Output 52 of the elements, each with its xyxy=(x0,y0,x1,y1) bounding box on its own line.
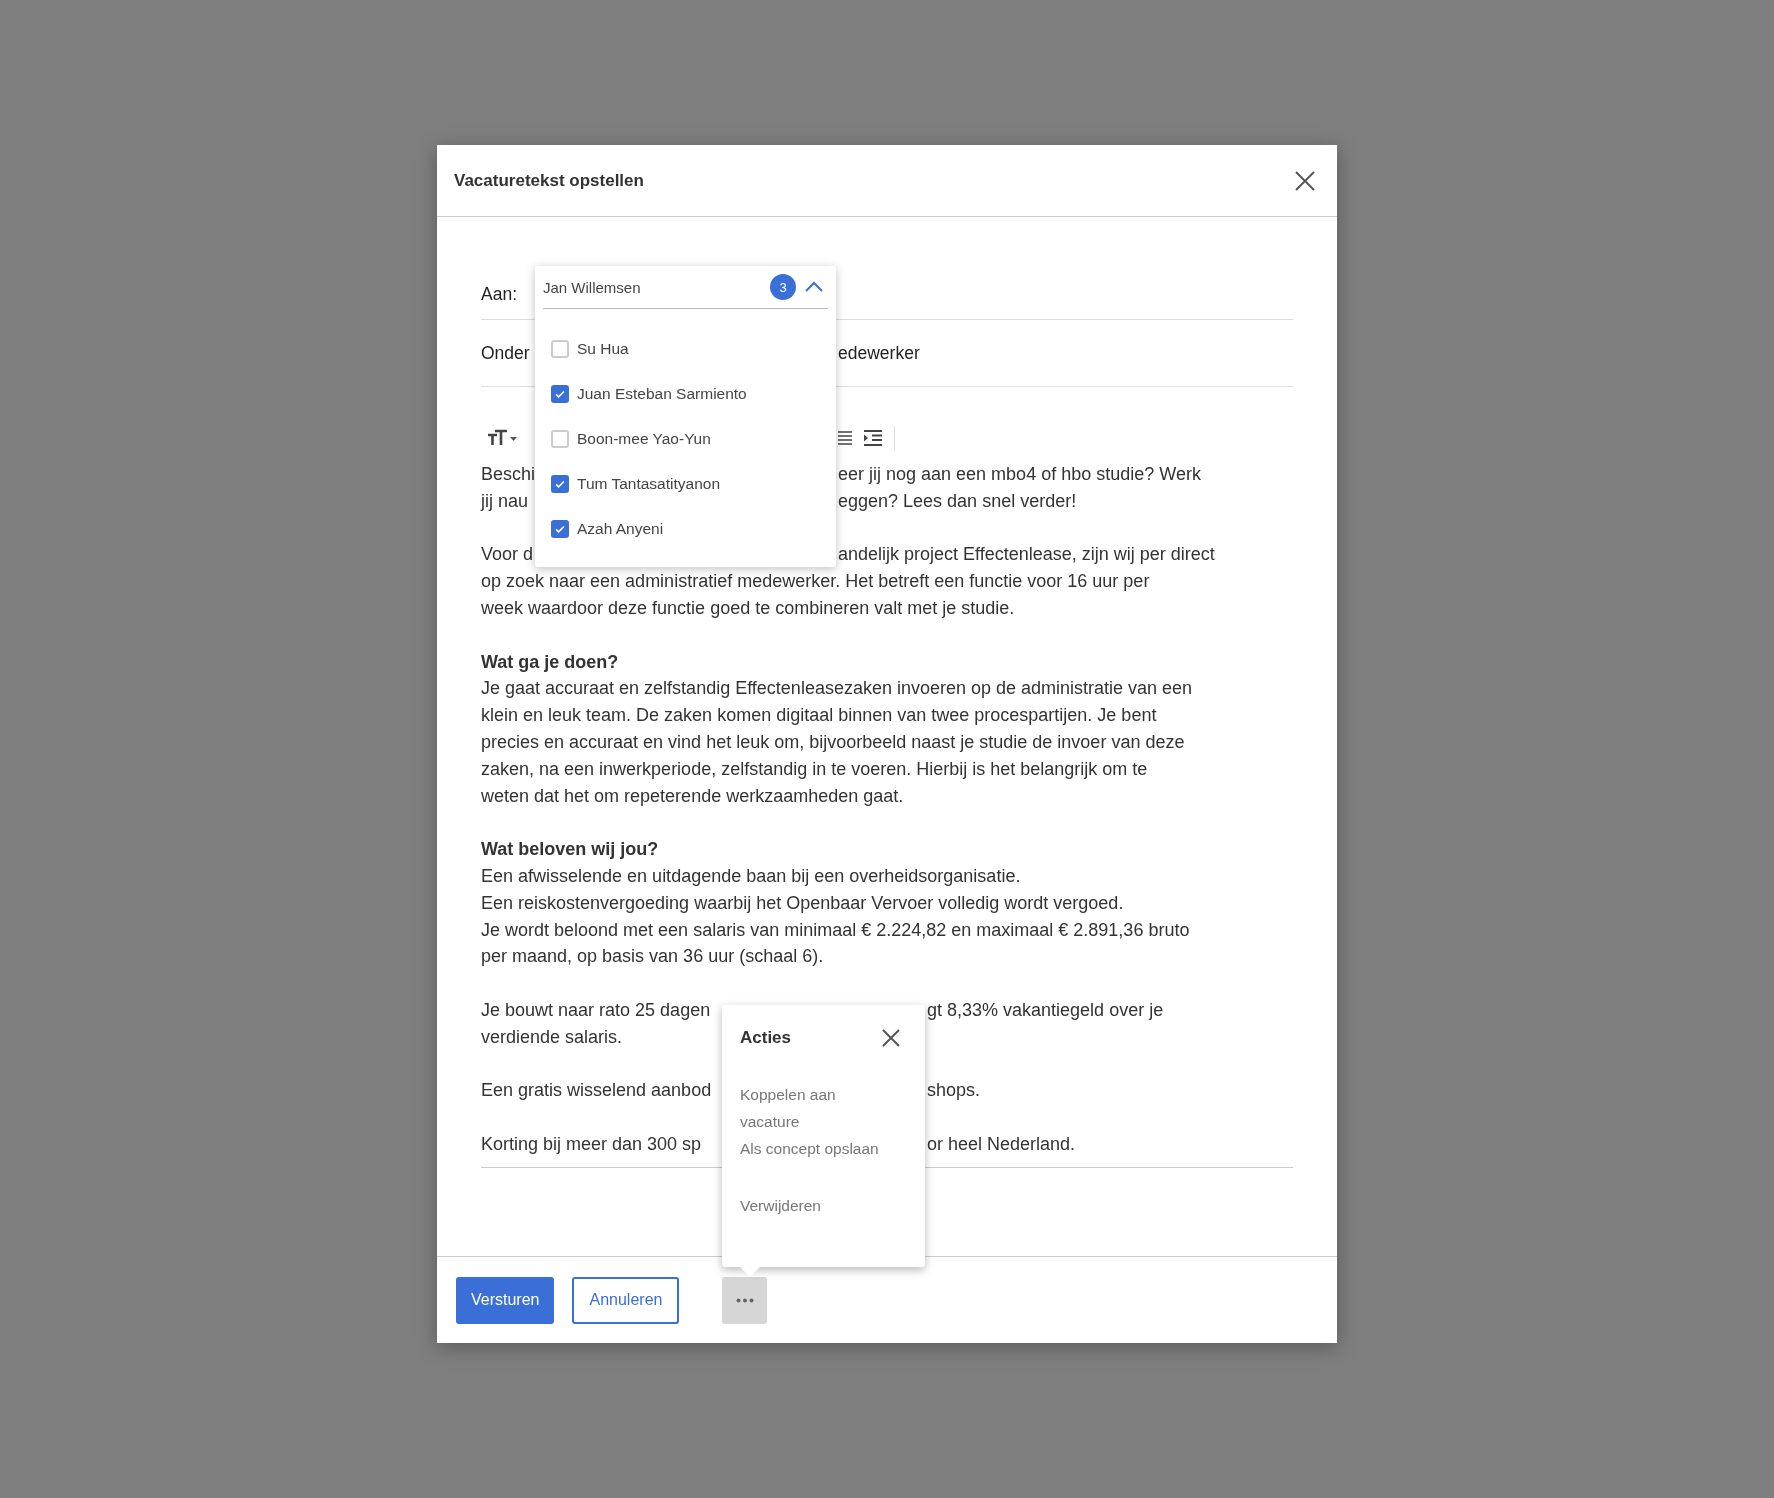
body-text: Een afwisselende en uitdagende baan bij een overheidsorganisatie. xyxy=(481,864,1021,888)
body-text: Je bouwt naar rato 25 dagen xyxy=(481,998,711,1022)
cancel-button[interactable]: Annuleren xyxy=(572,1276,680,1324)
body-text: op zoek naar een administratief medewerker. Het betreft een functie voor 16 uur per xyxy=(481,570,1150,594)
checkbox[interactable] xyxy=(551,474,569,493)
menu-item[interactable]: Koppelen aan vacature xyxy=(740,1081,890,1135)
body-text: Voor d xyxy=(481,543,534,567)
menu-item[interactable]: Als concept opslaan xyxy=(740,1135,890,1162)
body-text: weten dat het om repeterende werkzaamheden gaat. xyxy=(481,784,904,808)
field-label: Aan: xyxy=(481,284,517,305)
subject-value[interactable]: edewerker xyxy=(838,342,920,364)
body-text: precies en accuraat en vind het leuk om, bijvoorbeeld naast je studie de invoer van deze xyxy=(481,730,1185,754)
menu-title: Acties xyxy=(740,1028,792,1048)
recipient-option[interactable]: Juan Esteban Sarmiento xyxy=(535,371,836,416)
body-text: Een reiskostenvergoeding waarbij het Openbaar Vervoer volledig wordt vergoed. xyxy=(481,891,1124,915)
body-text: andelijk project Effectenlease, zijn wij per direct xyxy=(838,543,1215,567)
field-label: Onder xyxy=(481,342,530,364)
menu-item[interactable]: Verwijderen xyxy=(740,1192,890,1219)
body-text: Een gratis wisselend aanbod xyxy=(481,1079,712,1103)
recipient-option[interactable]: Su Hua xyxy=(535,326,836,371)
body-text: per maand, op basis van 36 uur (schaal 6). xyxy=(481,945,824,969)
close-icon[interactable] xyxy=(1294,169,1316,192)
body-text: jij nau xyxy=(481,489,529,513)
body-text: verdiende salaris. xyxy=(481,1025,623,1049)
body-text: zaken, na een inwerkperiode, zelfstandig in te voeren. Hierbij is het belangrijk om te xyxy=(481,757,1148,781)
checkbox[interactable] xyxy=(551,384,569,403)
body-text: shops. xyxy=(927,1079,981,1103)
body-text: or heel Nederland. xyxy=(927,1132,1076,1156)
recipient-option[interactable]: Tum Tantasatityanon xyxy=(535,461,836,506)
list-icon[interactable] xyxy=(838,428,852,448)
body-text: gt 8,33% vakantiegeld over je xyxy=(927,998,1164,1022)
close-icon[interactable] xyxy=(881,1028,901,1048)
section-heading: Wat beloven wij jou? xyxy=(481,838,659,862)
section-heading: Wat ga je doen? xyxy=(481,650,619,674)
send-button[interactable]: Versturen xyxy=(456,1276,555,1324)
body-text: Je gaat accuraat en zelfstandig Effectenleasezaken invoeren op de administratie van een xyxy=(481,677,1193,701)
body-text: week waardoor deze functie goed te combineren valt met je studie. xyxy=(481,597,1015,620)
body-text: Korting bij meer dan 300 sp xyxy=(481,1132,702,1156)
indent-icon[interactable] xyxy=(864,429,882,447)
body-text: Je wordt beloond met een salaris van minimaal € 2.224,82 en maximaal € 2.891,36 bruto xyxy=(481,918,1190,942)
body-text: Beschi xyxy=(481,463,536,486)
count-badge: 3 xyxy=(770,274,796,300)
recipient-value: Jan Willemsen xyxy=(543,278,642,296)
chevron-up-icon[interactable] xyxy=(804,281,824,293)
body-text: klein en leuk team. De zaken komen digitaal binnen van twee procespartijen. Je bent xyxy=(481,704,1157,728)
body-text: eer jij nog aan een mbo4 of hbo studie? Werk xyxy=(838,463,1201,486)
recipient-option[interactable]: Azah Anyeni xyxy=(535,506,836,551)
dialog-title: Vacaturetekst opstellen xyxy=(454,170,644,191)
body-text: eggen? Lees dan snel verder! xyxy=(838,489,1077,513)
recipient-option[interactable]: Boon-mee Yao-Yun xyxy=(535,416,836,461)
more-icon xyxy=(735,1297,754,1303)
checkbox[interactable] xyxy=(551,519,569,538)
